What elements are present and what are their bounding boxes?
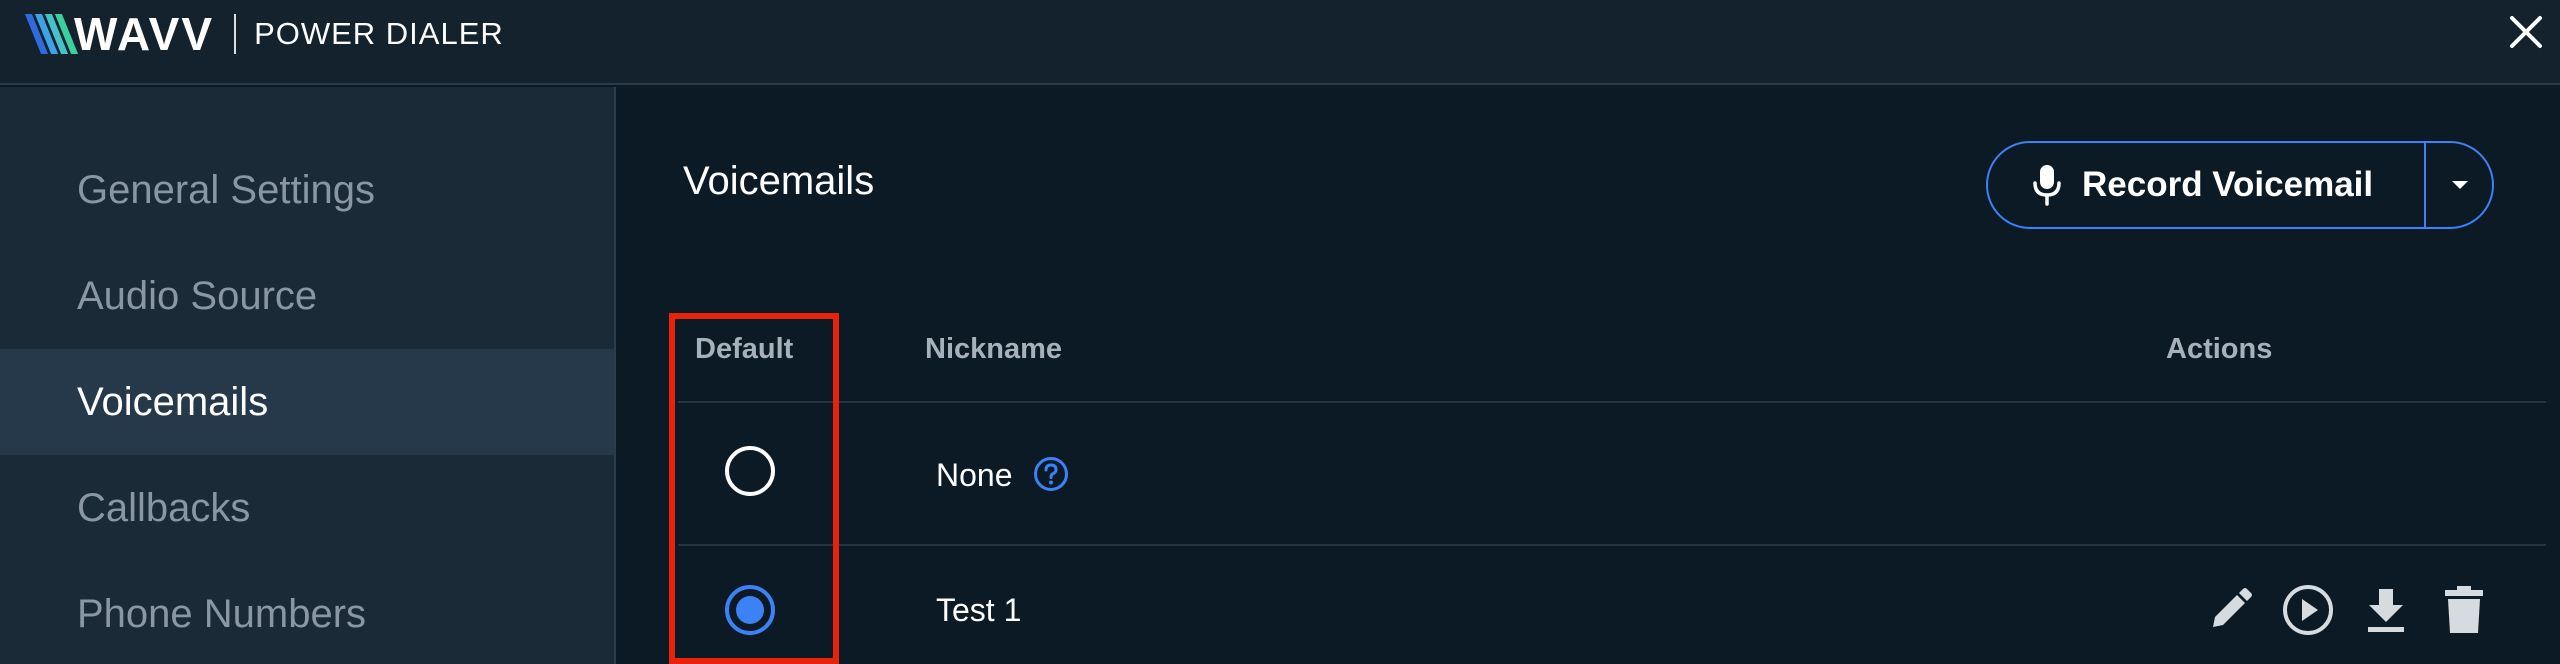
- nickname-cell: None: [936, 457, 1013, 493]
- wavv-logo: WAVV POWER DIALER: [24, 8, 504, 60]
- sidebar-item-general-settings[interactable]: General Settings: [0, 137, 614, 243]
- product-name: POWER DIALER: [254, 16, 504, 51]
- sidebar-item-label: Audio Source: [77, 274, 318, 318]
- record-voicemail-label: Record Voicemail: [2082, 165, 2374, 204]
- column-header-default: Default: [695, 333, 794, 365]
- column-header-nickname: Nickname: [925, 333, 1063, 365]
- caret-down-icon: [2452, 181, 2468, 189]
- voicemails-panel: Voicemails Record Voicemail Default Nick…: [618, 87, 2560, 664]
- table-divider: [678, 401, 2546, 403]
- close-button[interactable]: [2502, 8, 2550, 56]
- record-voicemail-button[interactable]: Record Voicemail: [1988, 143, 2424, 227]
- sidebar-item-label: Phone Numbers: [77, 592, 367, 636]
- record-options-dropdown[interactable]: [2428, 143, 2492, 227]
- nickname-cell: Test 1: [936, 592, 1022, 628]
- sidebar-item-voicemails[interactable]: Voicemails: [0, 349, 614, 455]
- logo-stripes: [24, 14, 79, 54]
- sidebar-item-audio-source[interactable]: Audio Source: [0, 243, 614, 349]
- download-icon[interactable]: [2358, 582, 2414, 638]
- pencil-icon[interactable]: [2202, 582, 2258, 638]
- default-radio-none[interactable]: [722, 443, 778, 499]
- sidebar-item-callbacks[interactable]: Callbacks: [0, 455, 614, 561]
- page-title: Voicemails: [683, 159, 875, 203]
- table-divider: [678, 544, 2546, 546]
- record-voicemail-button-group: Record Voicemail: [1986, 141, 2494, 229]
- power-dialer-window: WAVV POWER DIALER General Settings Audio…: [0, 0, 2560, 664]
- brand-name: WAVV: [74, 8, 215, 60]
- trash-icon[interactable]: [2436, 582, 2492, 638]
- column-header-actions: Actions: [2166, 333, 2273, 365]
- radio-selected-icon: [725, 585, 775, 635]
- default-radio-test-1[interactable]: [722, 582, 778, 638]
- sidebar-item-label: Callbacks: [77, 486, 251, 530]
- sidebar-item-phone-numbers[interactable]: Phone Numbers: [0, 561, 614, 664]
- button-divider: [2424, 143, 2426, 227]
- sidebar-item-label: Voicemails: [77, 380, 269, 424]
- logo-divider: [234, 14, 237, 54]
- microphone-icon: [2033, 165, 2061, 206]
- play-circle-icon[interactable]: [2280, 582, 2336, 638]
- sidebar-item-label: General Settings: [77, 168, 375, 212]
- close-icon: [2510, 16, 2542, 48]
- settings-sidebar: General Settings Audio Source Voicemails…: [0, 87, 616, 664]
- radio-unselected-icon: [725, 446, 775, 496]
- question-circle-icon[interactable]: [1033, 456, 1069, 492]
- top-bar: WAVV POWER DIALER: [0, 0, 2560, 85]
